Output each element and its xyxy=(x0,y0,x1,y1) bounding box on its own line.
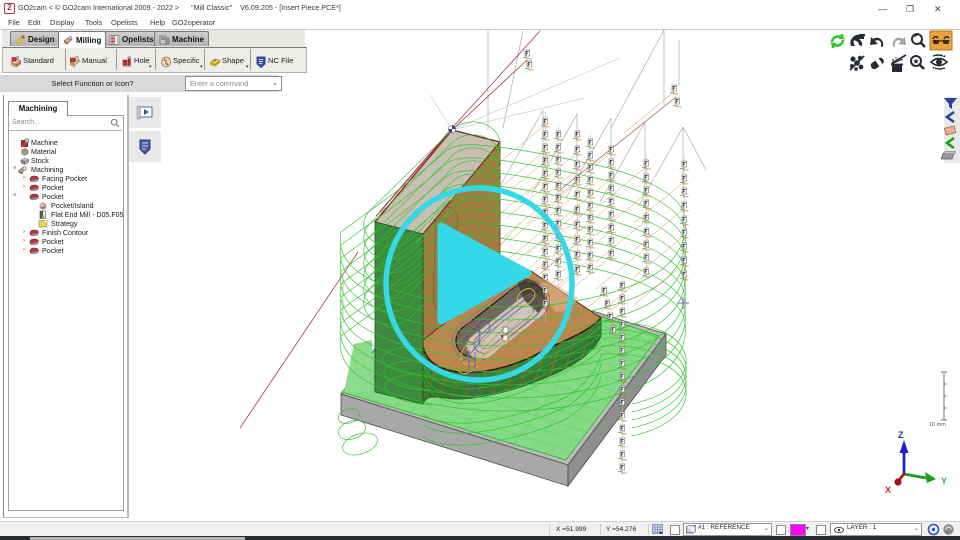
svg-text:10 mm: 10 mm xyxy=(929,422,946,428)
svg-text:Z: Z xyxy=(898,430,904,440)
svg-text:X: X xyxy=(885,485,891,495)
svg-text:Y: Y xyxy=(941,476,947,486)
